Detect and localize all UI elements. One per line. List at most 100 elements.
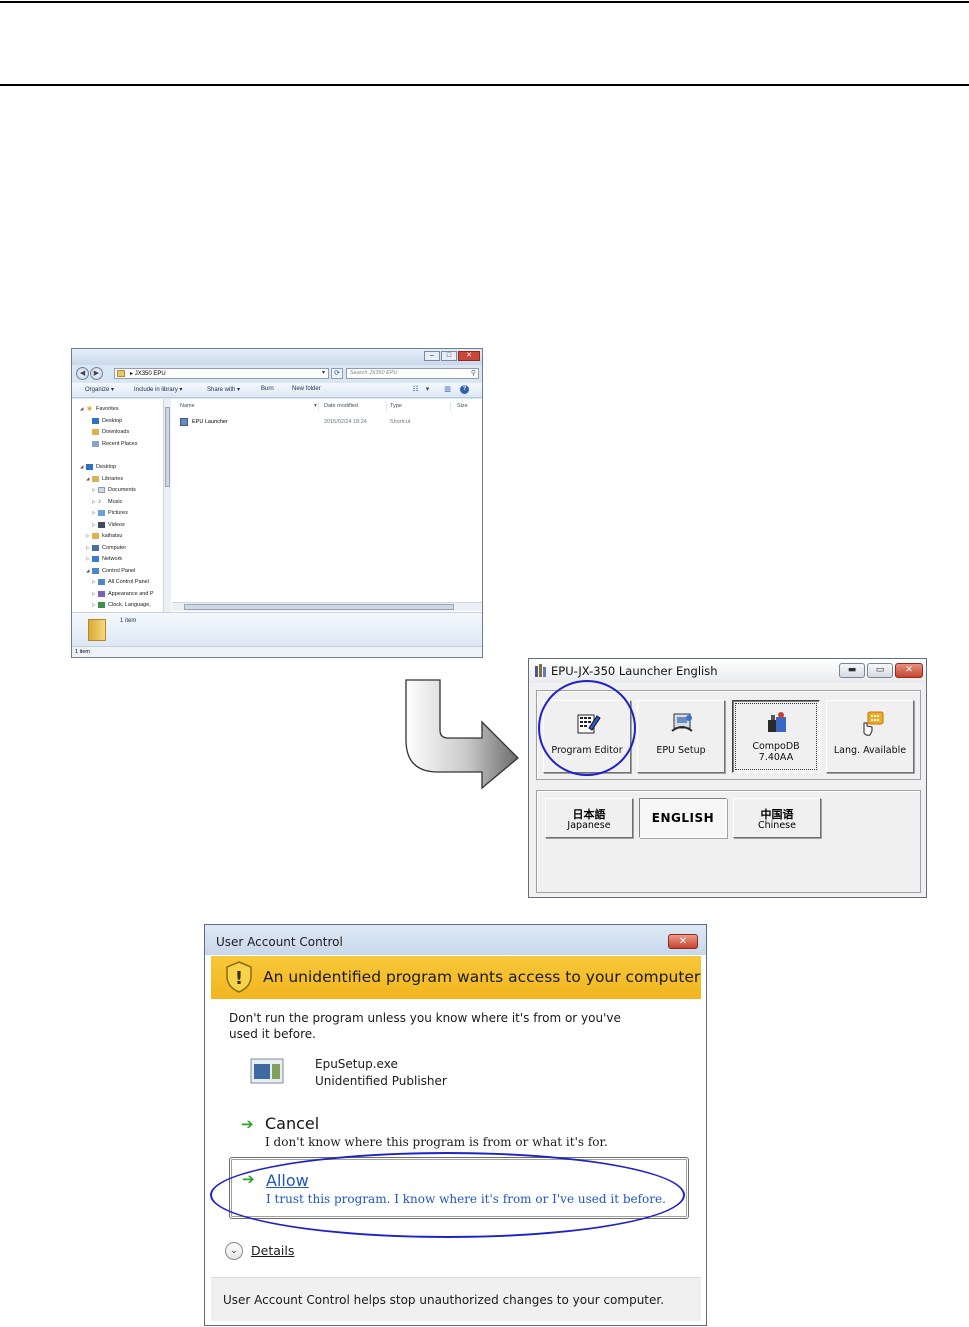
column-header-type[interactable]: Type <box>390 403 402 409</box>
chevron-down-icon[interactable]: ▾ <box>422 385 433 395</box>
uac-footer-text: User Account Control helps stop unauthor… <box>223 1293 665 1307</box>
nav-scrollbar[interactable] <box>163 399 171 612</box>
uac-title: User Account Control <box>216 935 343 949</box>
tree-item-downloads[interactable]: Downloads <box>86 429 129 435</box>
header-rule <box>0 84 969 86</box>
include-in-library-button[interactable]: Include in library ▾ <box>134 386 182 393</box>
restore-button[interactable]: ▭ <box>867 663 893 678</box>
scroll-thumb[interactable] <box>184 604 454 610</box>
tree-item-clock-language[interactable]: ▷ Clock, Language, <box>92 602 151 608</box>
details-link[interactable]: Details <box>251 1243 294 1258</box>
svg-text:!: ! <box>235 968 243 989</box>
chinese-button[interactable]: 中国语 Chinese <box>733 798 821 838</box>
refresh-icon[interactable]: ⟳ <box>331 368 343 379</box>
file-row[interactable]: EPU Launcher 2015/02/24 18:24 Shortcut <box>178 418 478 428</box>
epu-setup-label: EPU Setup <box>656 745 706 756</box>
tree-item-favorites[interactable]: ◢ ★ Favorites <box>80 404 119 413</box>
status-text: 1 item <box>75 649 90 655</box>
warning-shield-icon: ! <box>226 961 252 993</box>
japanese-label: Japanese <box>567 820 611 831</box>
tree-item-desktop[interactable]: Desktop <box>86 418 122 424</box>
program-editor-button[interactable]: Program Editor <box>543 700 631 773</box>
navigation-pane: ◢ ★ Favorites Desktop Downloads Recent Pla… <box>72 399 172 612</box>
launcher-app-icon <box>535 664 546 677</box>
minimize-button[interactable]: ▬ <box>839 663 865 678</box>
tree-item-network[interactable]: ▷ Network <box>86 556 122 562</box>
tree-item-recent-places[interactable]: Recent Places <box>86 441 137 447</box>
preview-pane-icon[interactable]: ▥ <box>442 385 453 395</box>
english-button[interactable]: ENGLISH <box>639 798 727 838</box>
allow-option[interactable]: ➔ Allow I trust this program. I know whe… <box>229 1157 689 1219</box>
search-placeholder: Search JX350 EPU <box>350 370 398 376</box>
japanese-button[interactable]: 日本語 Japanese <box>545 798 633 838</box>
search-input[interactable]: Search JX350 EPU ⚲ <box>346 368 479 379</box>
tree-item-appearance[interactable]: ▷ Appearance and P <box>92 591 154 597</box>
language-available-icon <box>863 711 884 736</box>
tree-item-desktop-root[interactable]: ◢ Desktop <box>80 464 116 470</box>
scroll-thumb[interactable] <box>165 407 170 487</box>
chevron-down-icon[interactable]: ▾ <box>314 403 317 409</box>
allow-title: Allow <box>266 1171 309 1190</box>
search-icon[interactable]: ⚲ <box>471 369 476 377</box>
close-button[interactable]: ✕ <box>668 934 698 949</box>
back-icon[interactable]: ◀ <box>76 367 89 380</box>
epu-setup-button[interactable]: EPU Setup <box>637 700 725 773</box>
new-folder-button[interactable]: New folder <box>292 386 321 392</box>
tree-item-kaihatsu[interactable]: ▷ kaihatsu <box>86 533 123 539</box>
uac-titlebar: User Account Control ✕ <box>205 925 706 955</box>
program-editor-label: Program Editor <box>551 745 623 756</box>
tree-item-music[interactable]: ▷ ♪ Music <box>92 498 122 505</box>
uac-warning-banner: ! An unidentified program wants access t… <box>211 956 701 999</box>
launcher-window: EPU-JX-350 Launcher English ▬ ▭ ✕ Progra… <box>528 658 927 898</box>
clock-icon <box>98 602 105 608</box>
column-header-name[interactable]: Name <box>180 403 195 409</box>
chevron-down-icon[interactable]: ⌄ <box>225 1242 243 1260</box>
maximize-button[interactable]: □ <box>441 351 457 361</box>
lang-available-button[interactable]: Lang. Available <box>826 700 914 773</box>
tree-item-all-control-panel[interactable]: ▷ All Control Panel <box>92 579 149 585</box>
compodb-icon <box>768 712 786 732</box>
desktop-icon <box>86 464 93 470</box>
details-row[interactable]: ⌄ Details <box>211 1231 701 1271</box>
organize-button[interactable]: Organize ▾ <box>85 386 114 393</box>
file-name: EPU Launcher <box>192 419 228 425</box>
tree-item-libraries[interactable]: ◢ Libraries <box>86 476 123 482</box>
close-button[interactable]: ✕ <box>458 351 480 361</box>
music-icon: ♪ <box>98 498 102 505</box>
tree-item-pictures[interactable]: ▷ Pictures <box>92 510 128 516</box>
downloads-icon <box>92 429 99 435</box>
tree-item-control-panel[interactable]: ◢ Control Panel <box>86 568 135 574</box>
desktop-icon <box>92 418 99 424</box>
forward-icon[interactable]: ▶ <box>90 367 103 380</box>
column-header-size[interactable]: Size <box>457 403 468 409</box>
minimize-button[interactable]: – <box>424 351 440 361</box>
horizontal-scrollbar[interactable] <box>172 602 482 611</box>
file-type: Shortcut <box>390 419 411 425</box>
compodb-button[interactable]: CompoDB 7.40AA <box>732 700 820 773</box>
program-publisher: Unidentified Publisher <box>315 1074 447 1088</box>
share-with-button[interactable]: Share with ▾ <box>207 386 240 393</box>
epu-setup-icon <box>671 713 693 732</box>
lang-available-label: Lang. Available <box>833 745 907 756</box>
launcher-title: EPU-JX-350 Launcher English <box>551 664 718 678</box>
tree-item-computer[interactable]: ▷ Computer <box>86 545 126 551</box>
help-icon[interactable]: ? <box>460 385 469 394</box>
uac-headline: An unidentified program wants access to … <box>263 968 701 986</box>
explorer-window: – □ ✕ ◀ ▶ ▸ JX350 EPU ▾ ⟳ Search JX350 E… <box>71 348 483 658</box>
column-header-date[interactable]: Date modified <box>324 403 358 409</box>
close-button[interactable]: ✕ <box>895 663 923 678</box>
compodb-label: CompoDB 7.40AA <box>752 741 800 763</box>
chevron-down-icon[interactable]: ▾ <box>322 369 325 376</box>
breadcrumb[interactable]: ▸ JX350 EPU <box>130 370 166 377</box>
tree-item-videos[interactable]: ▷ Videos <box>92 522 125 528</box>
view-options-icon[interactable]: ☷ <box>410 385 421 395</box>
star-icon: ★ <box>86 404 94 413</box>
tree-item-documents[interactable]: ▷ Documents <box>92 487 136 493</box>
address-bar[interactable]: ▸ JX350 EPU ▾ <box>114 368 329 379</box>
launcher-titlebar: EPU-JX-350 Launcher English ▬ ▭ ✕ <box>529 659 926 683</box>
column-separator <box>386 402 387 411</box>
burn-button[interactable]: Burn <box>261 386 274 392</box>
cancel-option[interactable]: ➔ Cancel I don't know where this program… <box>233 1111 688 1163</box>
column-separator <box>318 402 319 411</box>
documents-icon <box>98 487 105 493</box>
